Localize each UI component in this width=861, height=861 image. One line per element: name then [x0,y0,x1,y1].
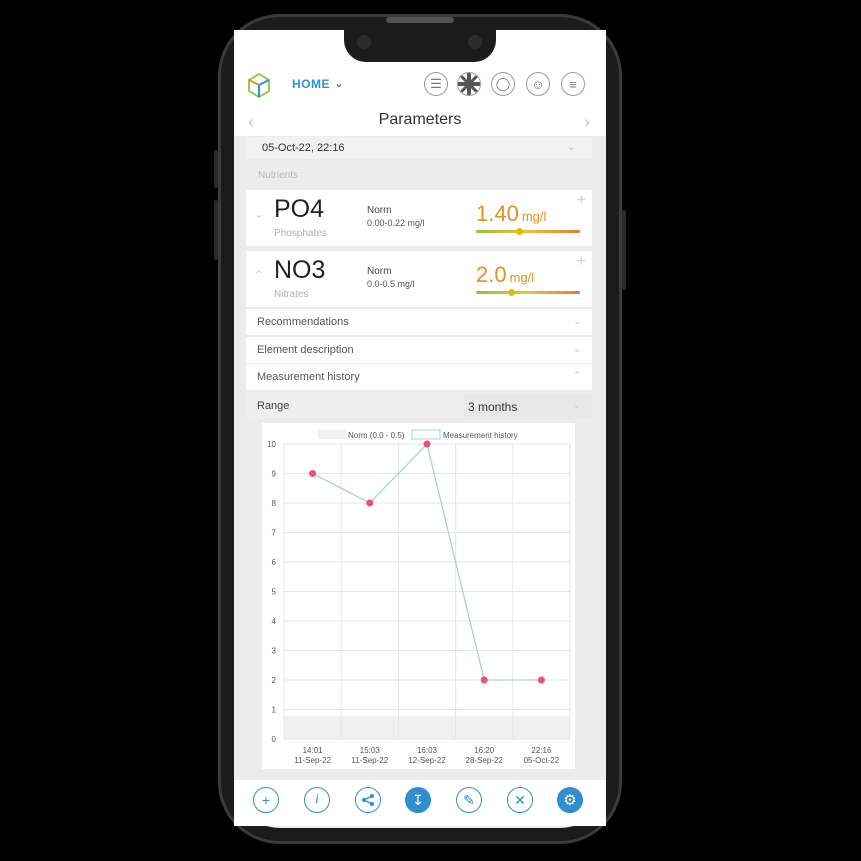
y-tick-label: 3 [272,647,277,656]
norm-label: Norm [367,266,392,277]
date-selector[interactable]: 05-Oct-22, 22:16 ⌄ [246,137,592,159]
share-icon[interactable] [355,787,381,813]
chevron-up-icon[interactable]: ⌃ [254,268,264,282]
legend-label-history: Measurement history [443,431,518,440]
measurement-history-chart: Norm (0.0 - 0.5) Measurement history 0 1 2 3 4… [262,423,575,769]
parameter-symbol: NO3 [274,256,326,284]
language-flag-icon[interactable] [457,72,481,96]
chevron-down-icon: ⌄ [572,343,582,355]
range-select[interactable]: 3 months ⌄ [464,393,592,419]
accordion-measurement-history[interactable]: Measurement history ⌃ [246,364,592,390]
accordion-label: Element description [257,344,354,356]
x-tick-label-time: 22:16 [531,746,552,755]
y-tick-label: 7 [272,529,277,538]
chevron-down-icon[interactable]: ⌄ [334,76,344,90]
chevron-down-icon: ⌄ [572,315,582,327]
range-label: Range [257,400,290,412]
user-icon[interactable]: ☺ [526,72,550,96]
y-tick-label: 5 [272,588,277,597]
y-tick-label: 4 [272,617,277,626]
x-tick-label-time: 14:01 [303,746,324,755]
close-icon[interactable]: ✕ [507,787,533,813]
legend-swatch-norm [318,430,346,439]
accordion-label: Recommendations [257,316,349,328]
page-title-row: ‹ Parameters › [234,106,606,136]
parameter-value: 2.0 mg/l [476,262,535,287]
x-tick-label-time: 16:20 [474,746,495,755]
chevron-down-icon[interactable]: ⌄ [254,207,264,221]
home-menu-label[interactable]: HOME [292,77,330,91]
norm-label: Norm [367,205,392,216]
parameter-card-no3[interactable]: ⌃ NO3 Nitrates Norm 0.0-0.5 mg/l 2.0 mg/l… [246,251,592,307]
info-icon[interactable]: i [304,787,330,813]
chevron-up-icon: ⌃ [572,370,582,382]
add-measurement-icon[interactable]: + [577,192,586,210]
norm-band [284,716,570,739]
parameter-symbol: PO4 [274,195,325,223]
value-gauge [476,228,580,235]
section-label-nutrients: Nutrients [258,170,299,181]
y-tick-label: 2 [272,676,277,685]
x-tick-label-date: 28-Sep-22 [466,756,504,765]
phone-volume-button [214,200,218,260]
parameter-name: Phosphates [274,228,327,239]
parameter-name: Nitrates [274,289,309,300]
app-logo-icon[interactable] [246,72,272,98]
gauge-marker [507,289,515,296]
x-tick-label-date: 11-Sep-22 [294,756,331,765]
chart-svg: Norm (0.0 - 0.5) Measurement history 0 1 2 3 4… [267,429,571,765]
front-camera [357,35,371,49]
measurement-datetime: 05-Oct-22, 22:16 [262,142,345,154]
y-tick-label: 1 [272,706,277,715]
y-tick-label: 6 [272,558,277,567]
y-tick-label: 8 [272,499,277,508]
legend-label-norm: Norm (0.0 - 0.5) [348,431,405,440]
x-tick-label-date: 05-Oct-22 [524,756,560,765]
data-point [366,499,374,507]
x-tick-label-date: 12-Sep-22 [408,756,446,765]
x-tick-label-date: 11-Sep-22 [351,756,388,765]
menu-icon[interactable]: ≡ [561,72,585,96]
download-icon[interactable]: ↧ [405,787,431,813]
legend-swatch-history [411,429,441,440]
add-icon[interactable]: + [253,787,279,813]
data-point [309,470,317,477]
chevron-down-icon: ⌄ [572,399,582,411]
range-row: Range 3 months ⌄ [246,393,592,419]
gauge-marker [516,228,524,235]
y-tick-label: 10 [267,440,276,449]
norm-range: 0.0-0.5 mg/l [367,279,415,289]
accordion-label: Measurement history [257,371,360,383]
y-tick-label: 0 [272,735,277,744]
range-value: 3 months [468,400,518,414]
phone-power-button [622,210,626,290]
parameter-card-po4[interactable]: ⌄ PO4 Phosphates Norm 0.00-0.22 mg/l 1.4… [246,190,592,246]
parameter-value: 1.40 mg/l [476,201,547,226]
y-tick-label: 9 [272,470,277,479]
accordion-element-description[interactable]: Element description ⌄ [246,337,592,363]
norm-range: 0.00-0.22 mg/l [367,218,425,228]
edit-icon[interactable]: ✎ [456,787,482,813]
x-tick-label-time: 15:03 [360,746,381,755]
accordion-recommendations[interactable]: Recommendations ⌄ [246,309,592,335]
page-title: Parameters [378,111,462,128]
value-gauge [476,289,580,296]
data-point [537,676,545,684]
data-point [423,440,431,448]
add-measurement-icon[interactable]: + [577,253,586,271]
data-point [480,676,488,684]
chat-icon[interactable]: ☰ [424,72,448,96]
next-arrow-icon[interactable]: › [584,112,590,133]
settings-icon[interactable]: ⚙ [557,787,583,813]
phone-volume-button [214,150,218,188]
globe-icon[interactable]: ◯ [491,72,515,96]
chevron-down-icon: ⌄ [566,141,576,153]
front-sensor [468,35,482,49]
x-tick-label-time: 16:03 [417,746,438,755]
phone-speaker [386,17,454,23]
